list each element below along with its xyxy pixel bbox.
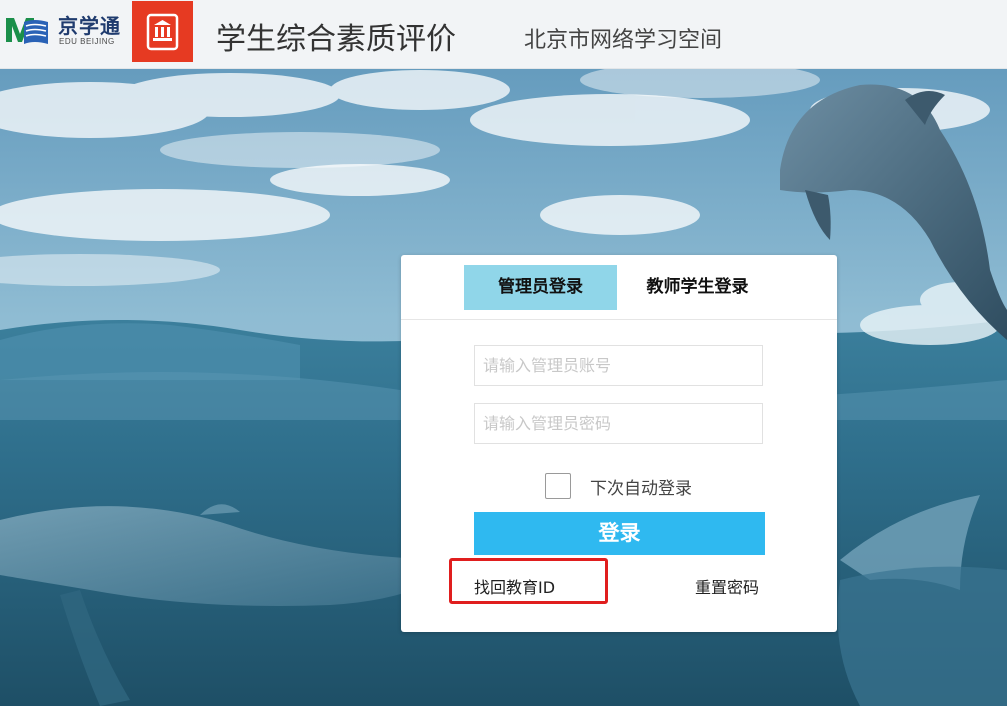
jingxuetong-logo[interactable]: 京学通 EDU BEIJING	[4, 10, 128, 50]
login-panel: 管理员登录 教师学生登录 下次自动登录 登录 找回教育ID 重置密码	[401, 255, 837, 632]
app-subtitle: 北京市网络学习空间	[524, 28, 723, 53]
login-page: 京学通 EDU BEIJING 学生综合素质评价 北京市网络学习空间 管理员登录…	[0, 0, 1007, 706]
username-input[interactable]	[475, 346, 762, 385]
username-field	[474, 345, 763, 386]
brand-name: 京学通	[58, 14, 121, 38]
password-input[interactable]	[475, 404, 762, 443]
auto-login-checkbox[interactable]	[545, 473, 571, 499]
book-logo-icon	[6, 18, 48, 44]
tab-admin-login[interactable]: 管理员登录	[464, 265, 617, 310]
brand-subtitle: EDU BEIJING	[59, 37, 115, 46]
login-button[interactable]: 登录	[474, 512, 765, 555]
password-field	[474, 403, 763, 444]
top-header: 京学通 EDU BEIJING 学生综合素质评价 北京市网络学习空间	[0, 0, 1007, 69]
find-education-id-link[interactable]: 找回教育ID	[474, 574, 555, 598]
login-tabs: 管理员登录 教师学生登录	[401, 255, 837, 320]
evaluation-logo[interactable]	[132, 1, 193, 62]
building-badge-icon	[146, 13, 179, 51]
reset-password-link[interactable]: 重置密码	[695, 574, 759, 598]
app-title: 学生综合素质评价	[216, 22, 456, 57]
tab-teacher-student-login[interactable]: 教师学生登录	[621, 265, 774, 310]
auto-login-label[interactable]: 下次自动登录	[590, 474, 692, 499]
